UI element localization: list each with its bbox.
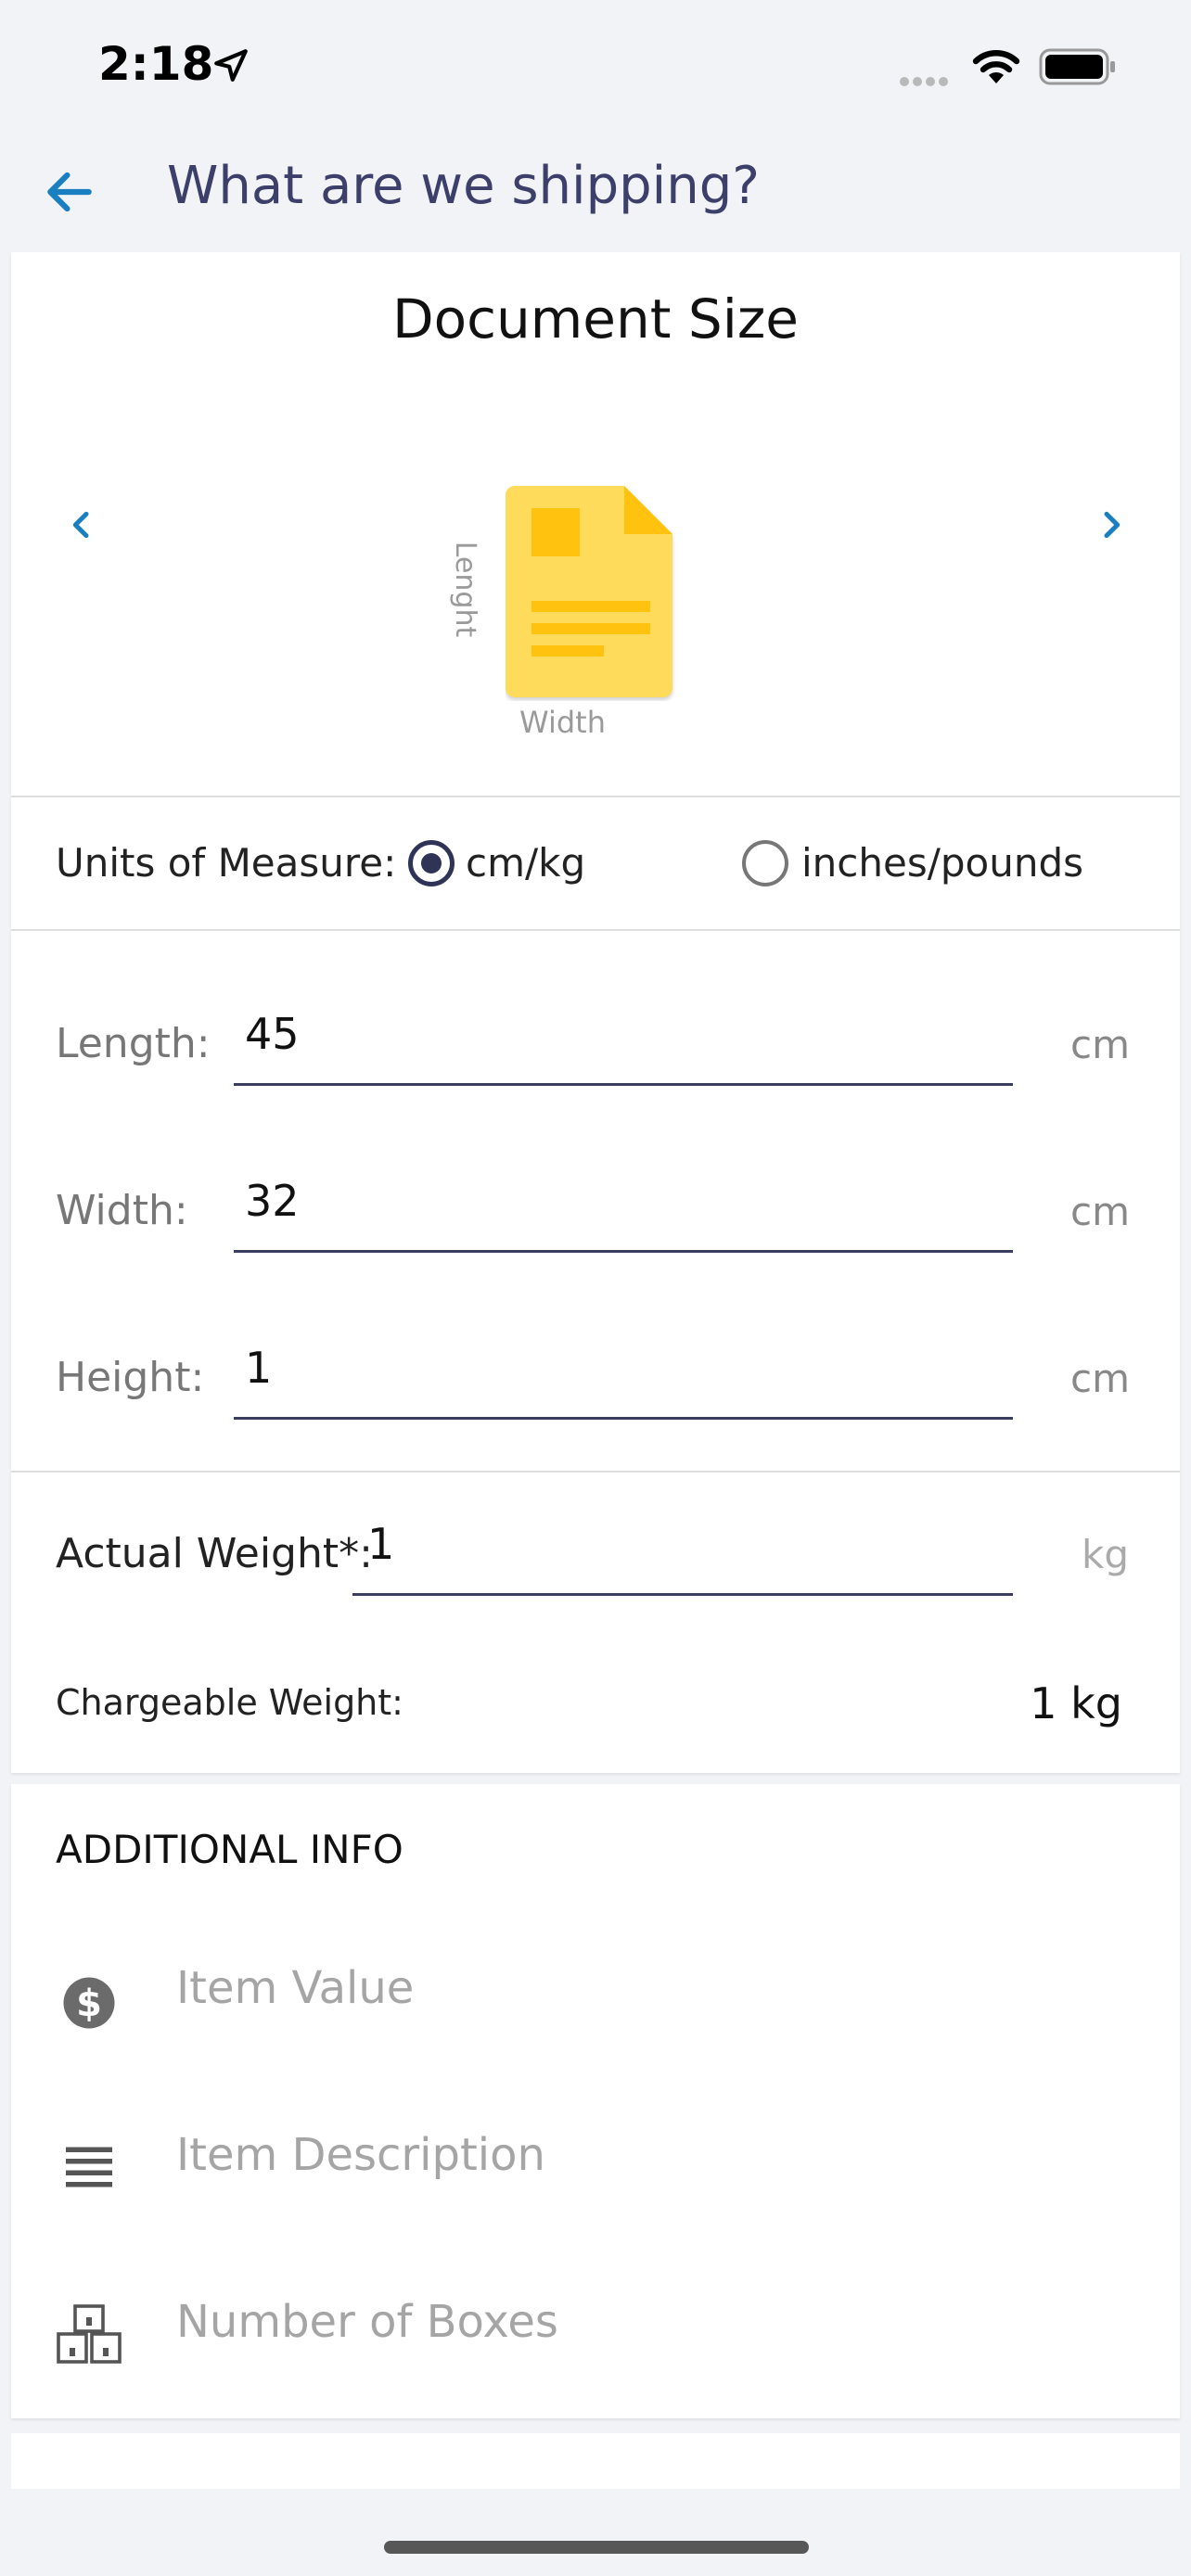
boxes-icon [57,2304,122,2364]
width-unit: cm [1070,1189,1131,1234]
length-axis-label: Lenght [449,541,482,638]
status-time: 2:18 [98,37,214,91]
radio-cm-kg[interactable] [408,840,455,886]
height-input[interactable]: 1 [245,1343,272,1393]
length-input[interactable]: 45 [245,1009,300,1059]
chargeable-weight-value: 1 kg [1030,1678,1122,1728]
actual-weight-unit: kg [1082,1532,1129,1577]
page-title: What are we shipping? [167,156,760,216]
next-card [11,2433,1180,2489]
chargeable-weight-label: Chargeable Weight: [56,1682,403,1723]
height-unit: cm [1070,1356,1131,1401]
document-size-title: Document Size [392,287,799,351]
description-lines-icon [66,2147,112,2187]
chevron-right-icon[interactable] [1093,506,1130,543]
length-label: Length: [56,1020,211,1067]
radio-inches-pounds[interactable] [742,840,788,886]
divider [11,1471,1180,1473]
length-unit: cm [1070,1022,1131,1067]
cellular-signal-icon [900,72,952,90]
document-icon [506,486,672,697]
actual-weight-underline [352,1593,1013,1596]
length-input-underline [234,1083,1013,1086]
wifi-icon [972,50,1020,83]
home-indicator [384,2541,809,2554]
item-description-input[interactable]: Item Description [176,2129,545,2181]
width-input[interactable]: 32 [245,1176,300,1226]
location-arrow-icon [214,49,248,82]
additional-info-title: ADDITIONAL INFO [56,1827,403,1872]
divider [11,929,1180,931]
item-value-input[interactable]: Item Value [176,1962,414,2014]
svg-text:$: $ [76,1983,102,2025]
chevron-left-icon[interactable] [63,506,100,543]
units-label: Units of Measure: [56,840,397,886]
dollar-icon: $ [63,1977,115,2029]
number-of-boxes-input[interactable]: Number of Boxes [176,2296,558,2348]
actual-weight-label: Actual Weight*: [56,1530,373,1577]
divider [11,796,1180,797]
battery-icon [1039,48,1115,85]
width-label: Width: [56,1187,188,1234]
width-input-underline [234,1250,1013,1253]
radio-cm-kg-label[interactable]: cm/kg [466,840,585,886]
height-input-underline [234,1417,1013,1420]
radio-inches-pounds-label[interactable]: inches/pounds [801,840,1083,886]
actual-weight-input[interactable]: 1 [367,1519,394,1569]
height-label: Height: [56,1354,205,1401]
back-arrow-icon[interactable] [41,163,98,221]
width-axis-label: Width [519,705,606,740]
